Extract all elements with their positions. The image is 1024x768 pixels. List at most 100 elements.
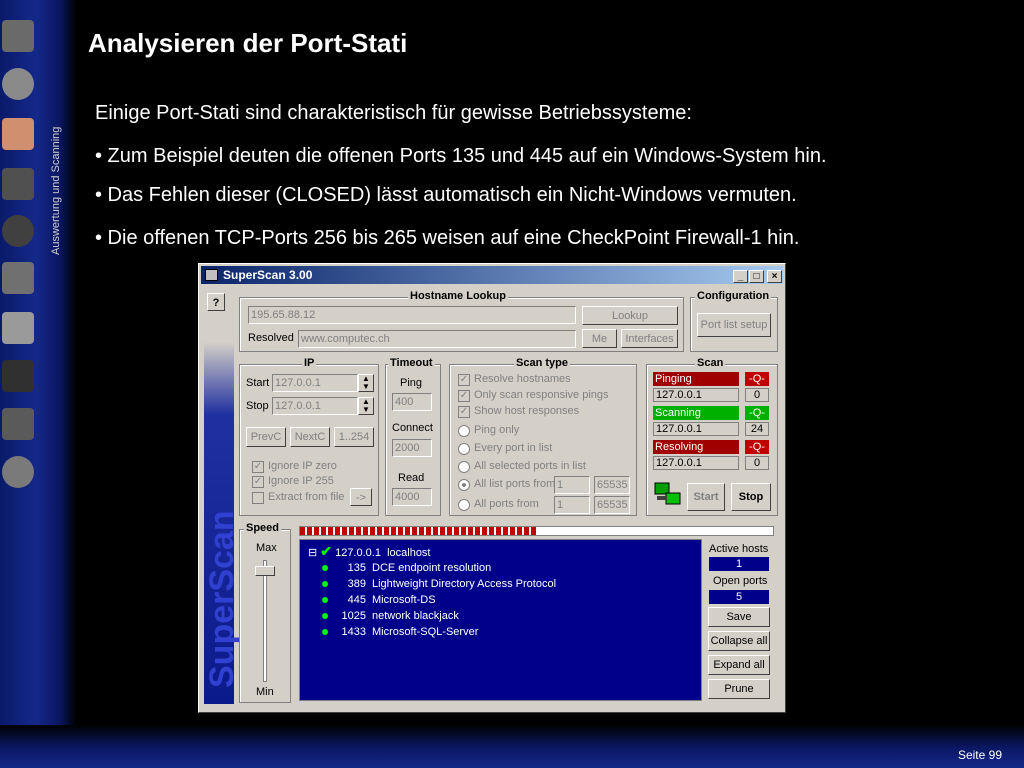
face-icon [2, 68, 34, 100]
speed-max-label: Max [256, 542, 277, 554]
stop-spin-button[interactable]: ▲ ▼ [358, 397, 374, 415]
connect-timeout-input[interactable]: 2000 [392, 439, 432, 457]
port-number: 389 [347, 578, 366, 590]
tree-port-item[interactable]: 445 Microsoft-DS [322, 594, 436, 606]
port-list-setup-button[interactable]: Port list setup [697, 313, 771, 337]
all-selected-label: All selected ports in list [474, 460, 586, 472]
range-button[interactable]: 1..254 [334, 427, 374, 447]
start-ip-input[interactable]: 127.0.0.1 [272, 374, 358, 392]
read-timeout-input[interactable]: 4000 [392, 488, 432, 506]
stop-scan-button[interactable]: Stop [731, 483, 771, 511]
connect-label: Connect [392, 422, 433, 434]
green-check-icon: ✔ [320, 543, 333, 559]
prune-button[interactable]: Prune [708, 679, 770, 699]
extract-checkbox[interactable] [252, 492, 264, 504]
resolving-status: Resolving [653, 440, 739, 454]
active-hosts-label: Active hosts [709, 543, 769, 555]
scanning-ip: 127.0.0.1 [653, 422, 739, 436]
ignore-255-checkbox[interactable]: ✓ [252, 476, 264, 488]
open-port-dot-icon [322, 565, 328, 572]
ping-only-radio[interactable] [458, 425, 470, 437]
configuration-group: Configuration Port list setup [690, 290, 778, 352]
extract-file-button[interactable]: -> [350, 488, 372, 506]
show-host-checkbox[interactable]: ✓ [458, 406, 470, 418]
list-to-input[interactable]: 65535 [594, 476, 630, 494]
root-host-name: localhost [387, 547, 431, 559]
ports-from-input[interactable]: 1 [554, 496, 590, 514]
tree-port-item[interactable]: 1433 Microsoft-SQL-Server [322, 626, 478, 638]
all-list-ports-radio[interactable] [458, 479, 470, 491]
port-number: 1025 [341, 610, 366, 622]
pinging-ip: 127.0.0.1 [653, 388, 739, 402]
window-titlebar[interactable]: SuperScan 3.00 _ □ × [201, 266, 783, 284]
ninja-icon [2, 408, 34, 440]
app-icon [205, 269, 218, 281]
side-caption: Auswertung und Scanning [50, 126, 62, 255]
resolve-checkbox[interactable]: ✓ [458, 374, 470, 386]
scanning-flag: -Q- [745, 406, 769, 420]
speed-slider-thumb[interactable] [255, 565, 275, 576]
network-computers-icon [653, 481, 683, 509]
all-ports-radio[interactable] [458, 499, 470, 511]
prevc-button[interactable]: PrevC [246, 427, 286, 447]
resolved-label: Resolved [248, 332, 294, 344]
ignore-zero-checkbox[interactable]: ✓ [252, 461, 264, 473]
extract-label: Extract from file [268, 491, 345, 503]
cube-icon [2, 312, 34, 344]
port-number: 135 [347, 562, 366, 574]
stop-ip-input[interactable]: 127.0.0.1 [272, 397, 358, 415]
close-button[interactable]: × [767, 270, 782, 283]
ignore-zero-label: Ignore IP zero [268, 460, 337, 472]
help-button[interactable]: ? [207, 293, 225, 311]
ports-to-input[interactable]: 65535 [594, 496, 630, 514]
list-from-input[interactable]: 1 [554, 476, 590, 494]
me-button[interactable]: Me [582, 329, 617, 348]
all-selected-radio[interactable] [458, 461, 470, 473]
expand-all-button[interactable]: Expand all [708, 655, 770, 675]
pinging-status: Pinging [653, 372, 739, 386]
collapse-all-button[interactable]: Collapse all [708, 631, 770, 651]
lookup-button[interactable]: Lookup [582, 306, 678, 325]
all-list-ports-label: All list ports from [474, 478, 556, 490]
start-spin-button[interactable]: ▲ ▼ [358, 374, 374, 392]
only-responsive-checkbox[interactable]: ✓ [458, 390, 470, 402]
resolving-count: 0 [745, 456, 769, 470]
open-port-dot-icon [322, 581, 328, 588]
show-host-label: Show host responses [474, 405, 580, 417]
bullet-3: • Die offenen TCP-Ports 256 bis 265 weis… [95, 227, 800, 249]
scanning-count: 24 [745, 422, 769, 436]
open-port-dot-icon [322, 597, 328, 604]
ping-timeout-input[interactable]: 400 [392, 393, 432, 411]
scan-group: Scan Pinging -Q- 127.0.0.1 0 Scanning -Q… [646, 357, 778, 516]
tree-port-item[interactable]: 135 DCE endpoint resolution [322, 562, 491, 574]
collapse-toggle-icon[interactable]: ⊟ [308, 547, 317, 559]
nextc-button[interactable]: NextC [290, 427, 330, 447]
tree-port-item[interactable]: 1025 network blackjack [322, 610, 459, 622]
save-button[interactable]: Save [708, 607, 770, 627]
scan-progress-fill [300, 527, 537, 535]
slide: Auswertung und Scanning Analysieren der … [0, 0, 1024, 768]
results-tree[interactable]: ⊟ ✔ 127.0.0.1 localhost 135 DCE endpoint … [299, 539, 702, 701]
interfaces-button[interactable]: Interfaces [621, 329, 678, 348]
ignore-255-label: Ignore IP 255 [268, 475, 334, 487]
port-service-name: Microsoft-DS [372, 594, 436, 606]
minimize-button[interactable]: _ [733, 270, 748, 283]
every-port-radio[interactable] [458, 443, 470, 455]
clown-icon [2, 456, 34, 488]
pinging-count: 0 [745, 388, 769, 402]
active-hosts-value: 1 [709, 557, 769, 571]
host-input[interactable]: 195.65.88.12 [248, 306, 576, 324]
ip-group: IP Start 127.0.0.1 ▲ ▼ Stop 127.0.0.1 ▲ ▼ … [239, 357, 379, 516]
maximize-button[interactable]: □ [749, 270, 764, 283]
bottom-bar [0, 725, 1024, 768]
port-number: 445 [347, 594, 366, 606]
resolve-label: Resolve hostnames [474, 373, 571, 385]
slide-title: Analysieren der Port-Stati [88, 28, 408, 58]
tree-port-item[interactable]: 389 Lightweight Directory Access Protocol [322, 578, 556, 590]
port-service-name: network blackjack [372, 610, 459, 622]
start-scan-button[interactable]: Start [687, 483, 725, 511]
scan-progress-bar [299, 526, 774, 536]
ip-title: IP [302, 357, 317, 369]
only-responsive-label: Only scan responsive pings [474, 389, 609, 401]
tree-root-host[interactable]: ⊟ ✔ 127.0.0.1 localhost [308, 543, 431, 560]
